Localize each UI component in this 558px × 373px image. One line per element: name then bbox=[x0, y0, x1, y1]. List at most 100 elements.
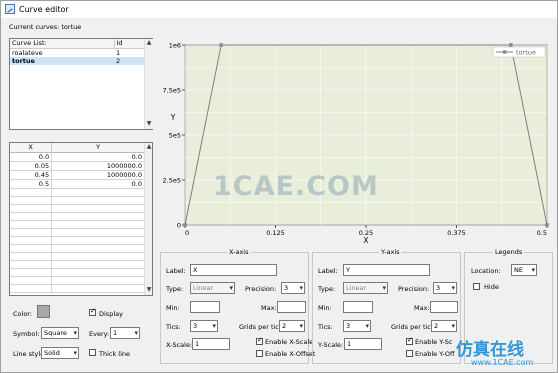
table-row[interactable] bbox=[10, 212, 144, 221]
y-scale-input[interactable]: 1 bbox=[344, 338, 382, 350]
cell-y[interactable] bbox=[51, 212, 144, 221]
x-max-input[interactable] bbox=[277, 301, 306, 313]
cell-x[interactable] bbox=[10, 188, 53, 197]
scroll-down-icon[interactable]: ▼ bbox=[145, 120, 153, 128]
y-min-input[interactable] bbox=[343, 301, 373, 313]
cell-x[interactable] bbox=[10, 212, 53, 221]
cell-y[interactable]: 1000000.0 bbox=[51, 161, 144, 171]
cell-x[interactable] bbox=[10, 252, 53, 261]
y-max-input[interactable] bbox=[430, 301, 458, 313]
cell-x[interactable] bbox=[10, 236, 53, 245]
x-precision-select[interactable]: 3 bbox=[281, 282, 305, 294]
thick-line-checkbox[interactable] bbox=[89, 349, 96, 356]
table-row[interactable]: 0.45 1000000.0 bbox=[10, 170, 144, 180]
table-row[interactable] bbox=[10, 236, 144, 245]
table-row[interactable]: 0.05 1000000.0 bbox=[10, 161, 144, 171]
cell-x[interactable] bbox=[10, 220, 53, 229]
scroll-up-icon[interactable]: ▲ bbox=[145, 39, 153, 47]
cell-y[interactable] bbox=[51, 244, 144, 253]
cell-x[interactable] bbox=[10, 228, 53, 237]
curve-editor-window: Curve editor Current curves: tortue Curv… bbox=[0, 0, 558, 373]
cell-x[interactable]: 0.05 bbox=[10, 161, 53, 171]
table-row[interactable] bbox=[10, 244, 144, 253]
every-select[interactable]: 1 bbox=[110, 327, 140, 339]
line-style-select[interactable]: Solid bbox=[41, 347, 79, 359]
cell-y[interactable]: 1000000.0 bbox=[51, 170, 144, 180]
table-row[interactable] bbox=[10, 196, 144, 205]
enable-y-scale-checkbox[interactable] bbox=[406, 336, 413, 345]
x-tics-label: Tics: bbox=[166, 323, 181, 331]
enable-y-scale-label: Enable Y-Sc bbox=[415, 338, 453, 346]
enable-x-scale-checkbox[interactable] bbox=[256, 336, 263, 345]
y-grids-select[interactable]: 2 bbox=[431, 320, 457, 332]
cell-y[interactable] bbox=[51, 268, 144, 277]
cell-y[interactable] bbox=[51, 236, 144, 245]
table-row[interactable] bbox=[10, 260, 144, 269]
scroll-up-icon[interactable]: ▲ bbox=[145, 143, 152, 151]
y-max-label: Max: bbox=[414, 304, 430, 312]
legend-hide-checkbox[interactable] bbox=[473, 283, 480, 290]
legend-location-select[interactable]: NE bbox=[511, 264, 537, 276]
scroll-down-icon[interactable]: ▼ bbox=[145, 286, 152, 294]
cell-x[interactable] bbox=[10, 204, 53, 213]
cell-y[interactable] bbox=[51, 276, 144, 285]
table-row[interactable] bbox=[10, 220, 144, 229]
cell-y[interactable] bbox=[51, 260, 144, 269]
curve-list[interactable]: Curve List: Id roalateve 1 tortue 2 ▲ ▼ bbox=[9, 38, 153, 130]
x-min-input[interactable] bbox=[190, 301, 220, 313]
data-table-header-y: Y bbox=[51, 143, 144, 153]
table-row[interactable] bbox=[10, 188, 144, 197]
cell-x[interactable] bbox=[10, 244, 53, 253]
cell-y[interactable] bbox=[51, 204, 144, 213]
curve-list-row-selected[interactable]: tortue 2 bbox=[10, 56, 144, 65]
y-type-select[interactable]: Linear bbox=[343, 282, 388, 294]
table-row[interactable]: 0.0 0.0 bbox=[10, 152, 144, 162]
legend-hide-label: Hide bbox=[484, 283, 499, 291]
cell-x[interactable]: 0.0 bbox=[10, 152, 53, 162]
table-row[interactable] bbox=[10, 276, 144, 285]
cell-x[interactable] bbox=[10, 196, 53, 205]
x-tics-select[interactable]: 3 bbox=[190, 320, 218, 332]
data-table[interactable]: X Y 0.0 0.0 0.05 1000000.0 0.45 1000000.0 0.5 0… bbox=[9, 142, 153, 296]
enable-y-offset-checkbox[interactable] bbox=[406, 350, 413, 357]
enable-x-offset-checkbox[interactable] bbox=[256, 350, 263, 357]
cell-y[interactable] bbox=[51, 188, 144, 197]
curve-list-scrollbar[interactable]: ▲ ▼ bbox=[144, 39, 153, 129]
cell-x[interactable] bbox=[10, 284, 53, 293]
y-label-label: Label: bbox=[318, 267, 338, 275]
x-label-input[interactable]: X bbox=[190, 264, 277, 276]
y-tics-select[interactable]: 3 bbox=[343, 320, 371, 332]
color-swatch-button[interactable] bbox=[37, 305, 50, 318]
table-row[interactable] bbox=[10, 252, 144, 261]
table-row[interactable] bbox=[10, 204, 144, 213]
cell-x[interactable]: 0.5 bbox=[10, 179, 53, 189]
cell-y[interactable] bbox=[51, 228, 144, 237]
current-curves-label: Current curves: tortue bbox=[9, 23, 82, 31]
table-row[interactable]: 0.5 0.0 bbox=[10, 179, 144, 189]
curve-list-row[interactable]: roalateve 1 bbox=[10, 48, 144, 57]
curve-plot[interactable]: 0 0.125 0.25 0.375 0.502.5e55e57.5e51e6XYtor… bbox=[161, 35, 555, 247]
display-checkbox[interactable] bbox=[89, 307, 96, 316]
x-scale-input[interactable]: 1 bbox=[192, 338, 230, 350]
data-table-scrollbar[interactable]: ▲ ▼ bbox=[144, 143, 152, 295]
y-precision-select[interactable]: 3 bbox=[433, 282, 457, 294]
cell-x[interactable] bbox=[10, 260, 53, 269]
table-row[interactable] bbox=[10, 268, 144, 277]
x-grids-select[interactable]: 2 bbox=[279, 320, 305, 332]
y-label-input[interactable]: Y bbox=[343, 264, 430, 276]
cell-y[interactable] bbox=[51, 252, 144, 261]
symbol-select[interactable]: Square bbox=[41, 327, 79, 339]
table-row[interactable] bbox=[10, 228, 144, 237]
cell-y[interactable] bbox=[51, 220, 144, 229]
x-type-select[interactable]: Linear bbox=[190, 282, 235, 294]
cell-y[interactable] bbox=[51, 284, 144, 293]
cell-y[interactable]: 0.0 bbox=[51, 179, 144, 189]
cell-y[interactable] bbox=[51, 196, 144, 205]
cell-x[interactable] bbox=[10, 268, 53, 277]
y-axis-group: Y-axis Label: Y Type: Linear Precision: … bbox=[312, 248, 461, 364]
x-precision-label: Precision: bbox=[245, 285, 277, 293]
table-row[interactable] bbox=[10, 284, 144, 293]
cell-x[interactable] bbox=[10, 276, 53, 285]
cell-y[interactable]: 0.0 bbox=[51, 152, 144, 162]
cell-x[interactable]: 0.45 bbox=[10, 170, 53, 180]
